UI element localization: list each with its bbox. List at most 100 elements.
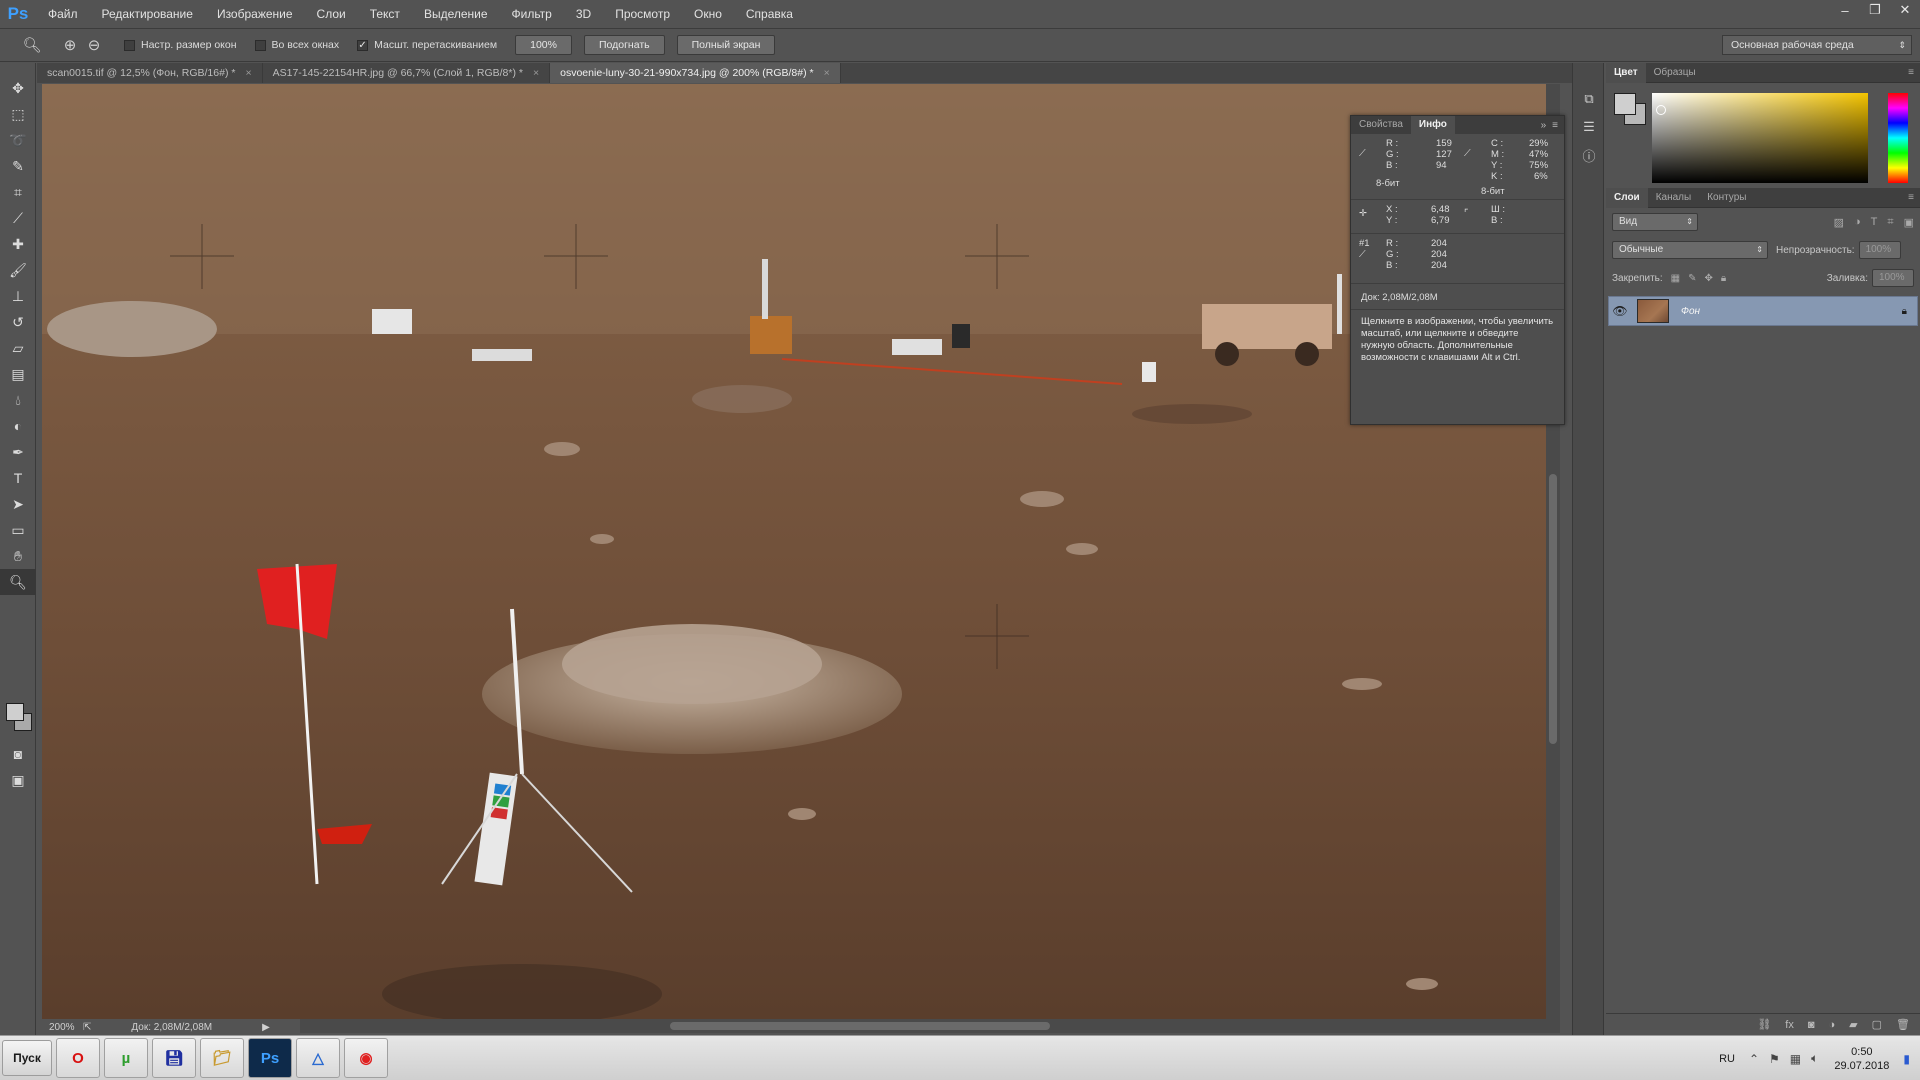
blend-mode-select[interactable]: Обычные ⇕ — [1612, 241, 1768, 259]
camera-app-icon[interactable]: ◉ — [344, 1038, 388, 1078]
menu-type[interactable]: Текст — [358, 0, 412, 28]
fill-screen-button[interactable]: Полный экран — [676, 35, 776, 55]
hand-tool-icon[interactable]: ✋︎ — [0, 543, 36, 569]
tab-properties[interactable]: Свойства — [1351, 116, 1411, 134]
type-tool-icon[interactable]: T — [0, 465, 36, 491]
history-brush-tool-icon[interactable]: ↺ — [0, 309, 36, 335]
color-picker-cursor[interactable] — [1656, 105, 1666, 115]
close-icon[interactable]: × — [824, 67, 830, 79]
collapse-panel-icon[interactable]: » — [1541, 120, 1547, 131]
blur-tool-icon[interactable]: 💧︎ — [0, 387, 36, 413]
resize-windows-option[interactable]: Настр. размер окон — [124, 39, 237, 51]
link-layers-icon[interactable]: ⛓︎ — [1757, 1018, 1771, 1031]
delete-layer-icon[interactable]: 🗑︎ — [1896, 1018, 1910, 1031]
lock-all-icon[interactable]: 🔒︎ — [1721, 273, 1726, 284]
opera-icon[interactable]: O — [56, 1038, 100, 1078]
drive-icon[interactable]: △ — [296, 1038, 340, 1078]
tab-swatches[interactable]: Образцы — [1646, 63, 1704, 83]
zoom-tool-preset-icon[interactable]: 🔍︎ — [20, 33, 44, 57]
file-explorer-icon[interactable]: 📁︎ — [200, 1038, 244, 1078]
document-canvas[interactable] — [42, 84, 1546, 1019]
workspace-select[interactable]: Основная рабочая среда ⇕ — [1722, 35, 1912, 55]
layer-row[interactable]: 👁︎ Фон 🔒︎ — [1608, 296, 1918, 326]
zoom-tool-icon[interactable]: 🔍︎ — [0, 569, 36, 595]
fill-input[interactable]: 100% — [1872, 269, 1914, 287]
utorrent-icon[interactable]: µ — [104, 1038, 148, 1078]
opacity-input[interactable]: 100% — [1858, 241, 1901, 259]
panel-menu-icon[interactable]: ≡ — [1552, 120, 1558, 131]
clock[interactable]: 0:50 29.07.2018 — [1834, 1045, 1889, 1073]
horizontal-scrollbar[interactable] — [300, 1019, 1560, 1033]
menu-window[interactable]: Окно — [682, 0, 734, 28]
quick-selection-tool-icon[interactable]: ✎ — [0, 153, 36, 179]
lock-transparency-icon[interactable]: ▦ — [1671, 273, 1680, 284]
tab-color[interactable]: Цвет — [1606, 62, 1646, 83]
show-desktop-icon[interactable]: ▮ — [1903, 1052, 1910, 1066]
horizontal-scroll-thumb[interactable] — [670, 1022, 1050, 1030]
marquee-tool-icon[interactable]: ⬚ — [0, 101, 36, 127]
layer-filter-select[interactable]: Вид ⇕ — [1612, 213, 1698, 231]
hue-slider[interactable] — [1888, 93, 1908, 183]
doc-tab[interactable]: AS17-145-22154HR.jpg @ 66,7% (Слой 1, RG… — [263, 63, 551, 83]
network-icon[interactable]: ▦ — [1790, 1052, 1801, 1066]
lock-position-icon[interactable]: ✥ — [1705, 273, 1713, 284]
visibility-eye-icon[interactable]: 👁︎ — [1609, 304, 1631, 318]
pen-tool-icon[interactable]: ✒ — [0, 439, 36, 465]
panel-menu-icon[interactable]: ≡ — [1908, 192, 1914, 203]
scrubby-zoom-checkbox[interactable]: ✓ — [357, 39, 369, 51]
close-icon[interactable]: × — [533, 67, 539, 79]
save-disk-icon[interactable]: 💾︎ — [152, 1038, 196, 1078]
close-icon[interactable]: × — [245, 67, 251, 79]
photoshop-taskbar-icon[interactable]: Ps — [248, 1038, 292, 1078]
resize-windows-checkbox[interactable] — [124, 39, 135, 51]
lasso-tool-icon[interactable]: ➰ — [0, 127, 36, 153]
fx-icon[interactable]: fx — [1785, 1019, 1794, 1031]
menu-file[interactable]: Файл — [36, 0, 90, 28]
zoom-out-icon[interactable]: ⊖ — [82, 33, 106, 57]
show-hidden-icons-icon[interactable]: ⌃ — [1749, 1052, 1759, 1066]
doc-tab[interactable]: scan0015.tif @ 12,5% (Фон, RGB/16#) * × — [37, 63, 263, 83]
vertical-scroll-thumb[interactable] — [1549, 474, 1557, 744]
menu-select[interactable]: Выделение — [412, 0, 500, 28]
action-center-icon[interactable]: ⚑ — [1769, 1052, 1780, 1066]
brush-tool-icon[interactable]: 🖌︎ — [0, 257, 36, 283]
quick-mask-icon[interactable]: ◙ — [0, 741, 36, 767]
move-tool-icon[interactable]: ✥ — [0, 75, 36, 101]
rectangle-tool-icon[interactable]: ▭ — [0, 517, 36, 543]
path-selection-tool-icon[interactable]: ➤ — [0, 491, 36, 517]
export-icon[interactable]: ⇱ — [83, 1022, 91, 1033]
gradient-tool-icon[interactable]: ▤ — [0, 361, 36, 387]
close-button[interactable]: ✕ — [1890, 0, 1920, 20]
filter-smart-object-icon[interactable]: ▣ — [1904, 216, 1914, 229]
eraser-tool-icon[interactable]: ▱ — [0, 335, 36, 361]
menu-filter[interactable]: Фильтр — [500, 0, 564, 28]
dodge-tool-icon[interactable]: ◐ — [0, 413, 36, 439]
foreground-color-swatch[interactable] — [1614, 93, 1636, 115]
menu-edit[interactable]: Редактирование — [90, 0, 205, 28]
filter-adjustment-icon[interactable]: ◑ — [1854, 216, 1861, 229]
status-menu-arrow-icon[interactable]: ▶ — [262, 1022, 270, 1033]
filter-pixel-icon[interactable]: ▨ — [1834, 216, 1844, 229]
screen-mode-icon[interactable]: ▣ — [0, 767, 36, 793]
zoom-level[interactable]: 200% — [37, 1022, 83, 1033]
crop-tool-icon[interactable]: ⌗ — [0, 179, 36, 205]
adjustments-panel-icon[interactable]: ☰ — [1573, 113, 1605, 141]
panel-menu-icon[interactable]: ≡ — [1908, 67, 1914, 78]
zoom-in-icon[interactable]: ⊕ — [58, 33, 82, 57]
filter-shape-icon[interactable]: ⌗ — [1887, 216, 1893, 229]
new-layer-icon[interactable]: ▢ — [1872, 1018, 1882, 1031]
lock-pixels-icon[interactable]: ✎ — [1688, 273, 1696, 284]
doc-tab-active[interactable]: osvoenie-luny-30-21-990x734.jpg @ 200% (… — [550, 63, 841, 83]
history-panel-icon[interactable]: ⧉ — [1573, 85, 1605, 113]
all-windows-option[interactable]: Во всех окнах — [254, 39, 339, 51]
zoom-100-button[interactable]: 100% — [515, 35, 572, 55]
eyedropper-tool-icon[interactable]: ⟋ — [0, 205, 36, 231]
start-button[interactable]: Пуск — [2, 1040, 52, 1076]
menu-image[interactable]: Изображение — [205, 0, 305, 28]
menu-3d[interactable]: 3D — [564, 0, 603, 28]
menu-view[interactable]: Просмотр — [603, 0, 682, 28]
menu-help[interactable]: Справка — [734, 0, 805, 28]
tab-paths[interactable]: Контуры — [1699, 188, 1754, 208]
color-spectrum[interactable] — [1652, 93, 1868, 183]
new-group-icon[interactable]: ▰ — [1849, 1018, 1857, 1031]
